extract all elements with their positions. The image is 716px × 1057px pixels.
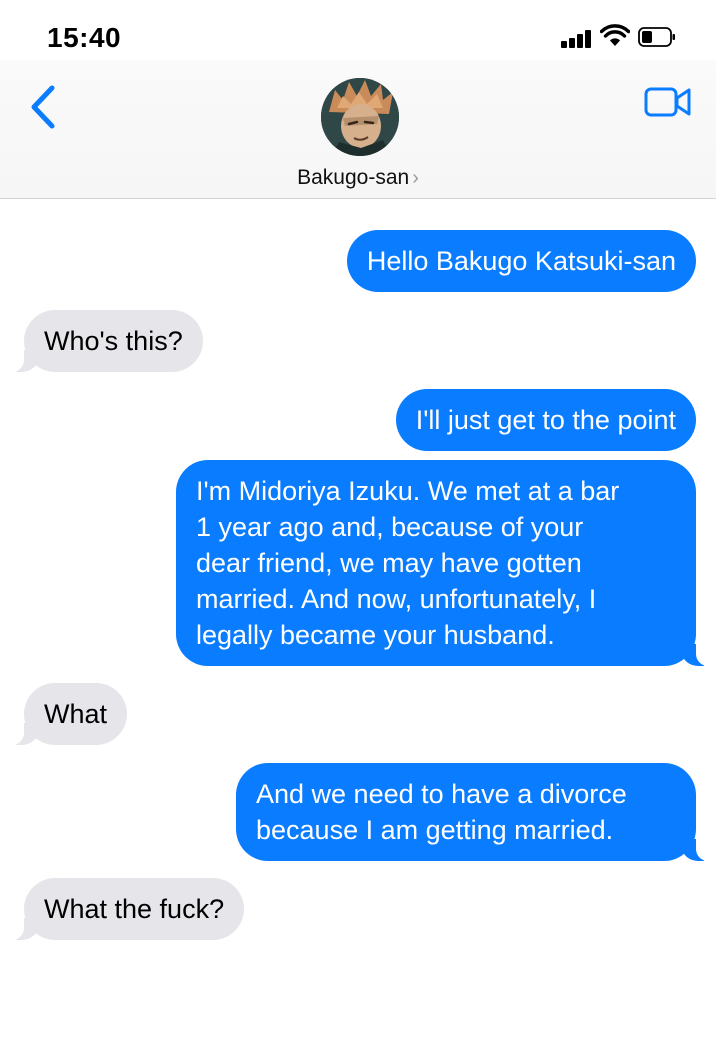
contact-name: Bakugo-san <box>297 166 410 189</box>
message-text: Who's this? <box>44 326 183 356</box>
message-text: I'll just get to the point <box>415 405 676 435</box>
message-text-line: dear friend, we may have gotten <box>196 548 582 578</box>
message-text: What <box>44 699 108 729</box>
message-text-line: I'm Midoriya Izuku. We met at a bar <box>196 476 620 506</box>
message-bubble-received[interactable]: What the fuck? <box>3 878 245 940</box>
signal-bars-icon <box>561 28 593 48</box>
message-bubble-sent[interactable]: I'll just get to the point <box>395 389 696 451</box>
message-text-line: because I am getting married. <box>256 815 614 845</box>
back-chevron-icon[interactable] <box>28 84 60 130</box>
conversation-header: Bakugo-san › <box>0 60 716 199</box>
message-text-line: legally became your husband. <box>196 620 555 650</box>
message-bubble-sent[interactable]: I'm Midoriya Izuku. We met at a bar 1 ye… <box>176 460 716 666</box>
message-text-line: married. And now, unfortunately, I <box>196 584 597 614</box>
contact-avatar[interactable] <box>321 78 399 156</box>
message-text: What the fuck? <box>44 894 225 924</box>
video-camera-icon[interactable] <box>644 86 692 118</box>
battery-icon <box>638 27 675 47</box>
message-bubble-sent[interactable]: And we need to have a divorce because I … <box>236 763 716 861</box>
message-bubble-sent[interactable]: Hello Bakugo Katsuki-san <box>346 230 696 292</box>
message-bubble-received[interactable]: What <box>3 683 128 745</box>
message-text-line: 1 year ago and, because of your <box>196 512 584 542</box>
status-time: 15:40 <box>47 22 122 53</box>
wifi-icon <box>600 24 630 46</box>
message-text-line: And we need to have a divorce <box>256 779 627 809</box>
message-text: Hello Bakugo Katsuki-san <box>366 246 676 276</box>
contact-name-button[interactable]: Bakugo-san › <box>0 166 716 190</box>
message-bubble-received[interactable]: Who's this? <box>4 310 203 372</box>
chevron-right-icon: › <box>412 167 419 189</box>
avatar-portrait-icon <box>321 78 399 156</box>
